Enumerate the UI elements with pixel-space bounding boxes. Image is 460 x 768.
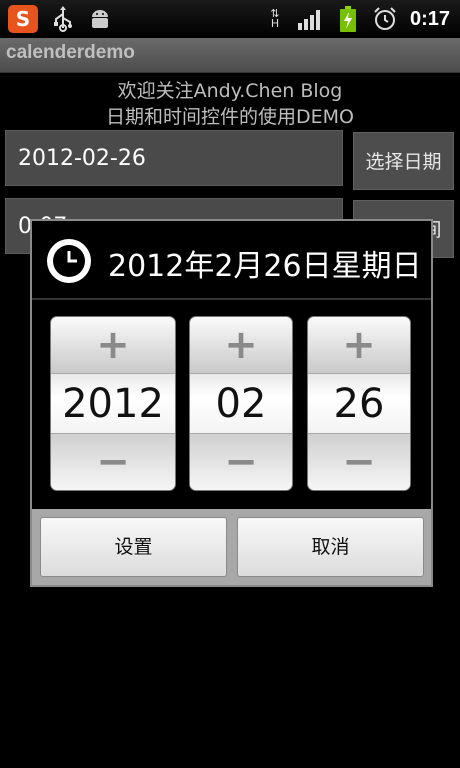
sogou-input-icon: S (8, 5, 38, 33)
date-spinners: + 2012 − + 02 − + 26 − (32, 300, 431, 509)
status-bar: S ⇅ H 0:17 (0, 0, 460, 38)
dialog-title: 2012年2月26日星期日 (108, 249, 422, 284)
intro-line-2: 日期和时间控件的使用DEMO (106, 106, 354, 128)
app-title-bar: calenderdemo (0, 38, 460, 73)
year-decrement-button[interactable]: − (51, 434, 175, 490)
year-spinner: + 2012 − (51, 317, 175, 490)
year-value[interactable]: 2012 (51, 373, 175, 434)
usb-icon (52, 5, 74, 33)
year-increment-button[interactable]: + (51, 317, 175, 373)
app-title: calenderdemo (6, 42, 135, 63)
month-value[interactable]: 02 (190, 373, 292, 434)
network-type-label: H (270, 17, 280, 30)
month-increment-button[interactable]: + (190, 317, 292, 373)
intro-line-1: 欢迎关注Andy.Chen Blog (117, 80, 343, 102)
data-transfer-icon: ⇅ H (266, 5, 284, 33)
date-picker-dialog: 2012年2月26日星期日 + 2012 − + 02 − + 26 − 设置 … (30, 219, 433, 587)
dialog-header: 2012年2月26日星期日 (32, 221, 431, 300)
dialog-footer: 设置 取消 (32, 509, 431, 585)
set-button[interactable]: 设置 (40, 517, 227, 577)
android-debug-icon (88, 5, 112, 33)
day-value[interactable]: 26 (308, 373, 410, 434)
day-decrement-button[interactable]: − (308, 434, 410, 490)
clock-time: 0:17 (409, 8, 450, 30)
signal-icon (298, 5, 324, 33)
month-spinner: + 02 − (190, 317, 292, 490)
pick-date-button[interactable]: 选择日期 (353, 132, 454, 190)
day-increment-button[interactable]: + (308, 317, 410, 373)
month-decrement-button[interactable]: − (190, 434, 292, 490)
date-field[interactable]: 2012-02-26 (5, 130, 343, 186)
battery-charging-icon (338, 5, 358, 33)
alarm-icon (372, 5, 398, 33)
clock-icon (47, 239, 91, 283)
cancel-button[interactable]: 取消 (237, 517, 424, 577)
day-spinner: + 26 − (308, 317, 410, 490)
